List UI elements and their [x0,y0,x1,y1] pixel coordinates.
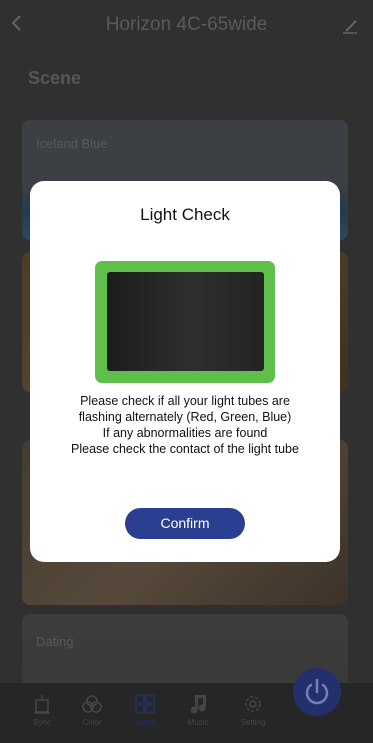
dialog-message: Please check if all your light tubes are… [36,393,334,457]
message-line: Please check if all your light tubes are [80,394,290,408]
light-tube-illustration [95,261,275,383]
screen-panel [107,272,264,371]
dialog-title: Light Check [140,205,230,224]
confirm-button[interactable]: Confirm [125,508,245,539]
message-line: Please check the contact of the light tu… [71,442,299,456]
message-line: If any abnormalities are found [102,426,268,440]
message-line: flashing alternately (Red, Green, Blue) [78,410,292,424]
light-check-dialog: Light Check Please check if all your lig… [30,181,340,562]
